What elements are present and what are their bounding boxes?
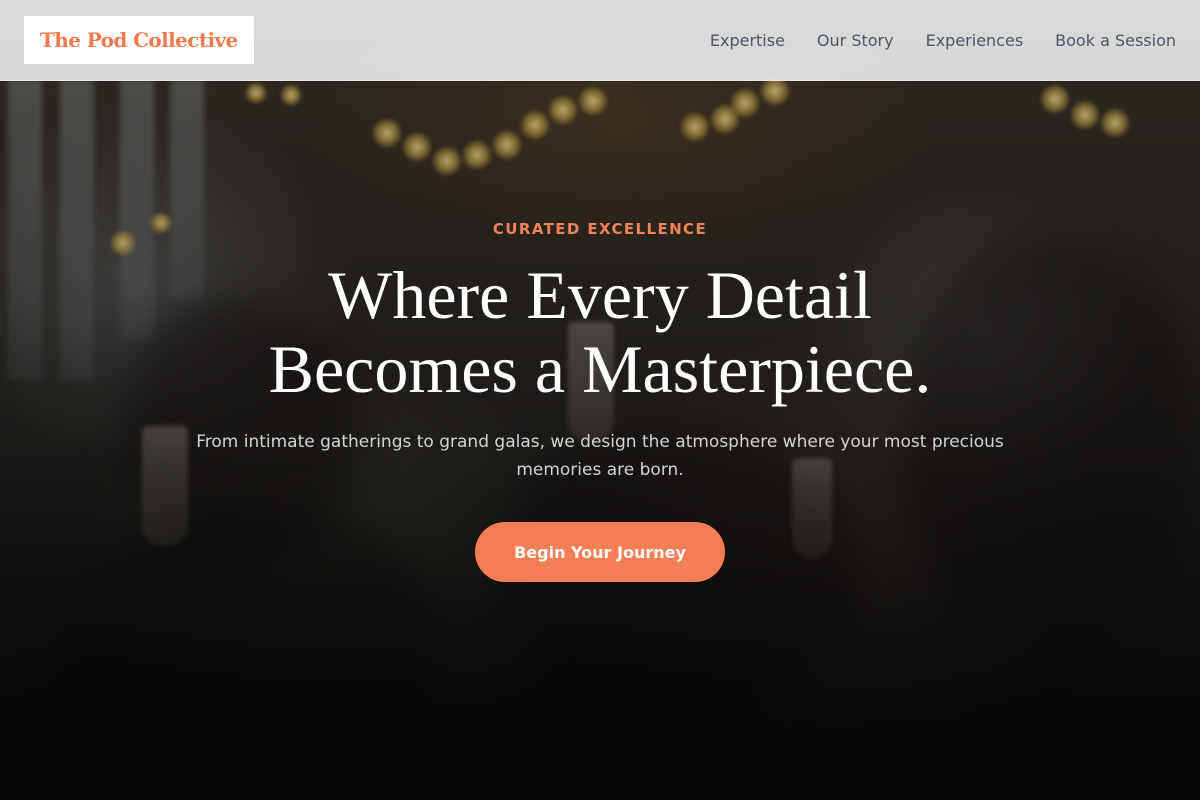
hero-headline-line-2: Becomes a Masterpiece. (268, 331, 932, 407)
hero-headline-line-1: Where Every Detail (328, 257, 872, 333)
hero-eyebrow: CURATED EXCELLENCE (492, 220, 708, 238)
hero-section: CURATED EXCELLENCE Where Every Detail Be… (0, 0, 1200, 800)
begin-journey-button[interactable]: Begin Your Journey (475, 522, 725, 582)
hero-subtitle: From intimate gatherings to grand galas,… (196, 432, 1004, 480)
hero-headline: Where Every Detail Becomes a Masterpiece… (0, 258, 1200, 406)
